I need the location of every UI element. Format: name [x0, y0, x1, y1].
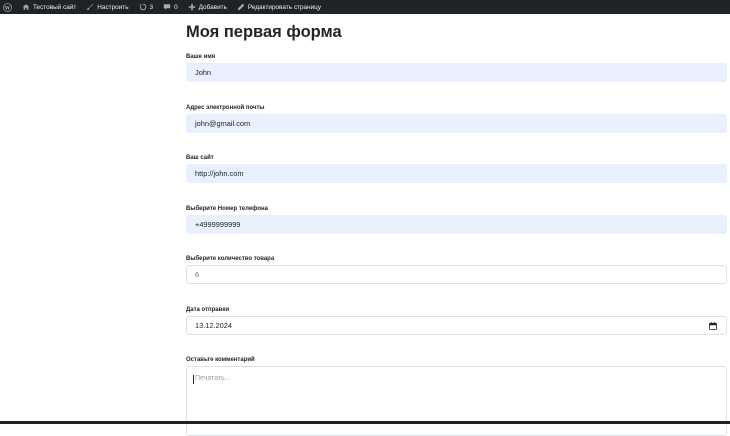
- plus-icon: [188, 3, 196, 11]
- updates-icon: [138, 3, 147, 11]
- comment-placeholder: Печатать...: [195, 375, 231, 382]
- comment-textarea[interactable]: Печатать...: [186, 366, 727, 436]
- site-name-label: Тестовый сайт: [33, 3, 77, 11]
- phone-input[interactable]: +4999999999: [186, 215, 727, 234]
- email-label: Адрес электронной почты: [186, 105, 265, 111]
- wordpress-logo-menu[interactable]: W: [0, 0, 17, 14]
- comments-count: 0: [174, 3, 178, 11]
- date-input-value: 13.12.2024: [195, 321, 232, 330]
- phone-input-value: +4999999999: [195, 220, 241, 229]
- text-caret: [193, 375, 194, 384]
- name-input-value: John: [195, 68, 212, 77]
- date-input[interactable]: 13.12.2024: [186, 316, 727, 335]
- wordpress-logo-icon: W: [3, 2, 12, 12]
- website-label: Ваш сайт: [186, 155, 214, 161]
- comment-icon: [163, 3, 171, 11]
- site-name-menu[interactable]: Тестовый сайт: [17, 0, 81, 14]
- brush-icon: [86, 3, 94, 11]
- name-label: Ваше имя: [186, 54, 216, 60]
- date-label: Дата отправки: [186, 307, 230, 313]
- customize-label: Настроить: [97, 3, 129, 11]
- add-new-label: Добавить: [198, 3, 227, 11]
- quantity-input[interactable]: 6: [186, 265, 727, 284]
- edit-page-link[interactable]: Редактировать страницу: [232, 0, 326, 14]
- quantity-input-value: 6: [195, 270, 200, 279]
- edit-page-label: Редактировать страницу: [247, 3, 322, 11]
- phone-label: Выберите Номер телефона: [186, 206, 268, 212]
- name-input[interactable]: John: [186, 63, 727, 82]
- comments-link[interactable]: 0: [158, 0, 183, 14]
- updates-count: 3: [149, 3, 154, 11]
- email-input-value: john@gmail.com: [195, 119, 251, 128]
- customize-link[interactable]: Настроить: [81, 0, 133, 14]
- home-icon: [22, 3, 30, 11]
- email-input[interactable]: john@gmail.com: [186, 114, 727, 133]
- calendar-icon[interactable]: [709, 322, 717, 332]
- admin-bar: W Тестовый сайт Настроить 3 0 Добавить Р…: [0, 0, 730, 14]
- quantity-label: Выберите количество товара: [186, 256, 275, 262]
- page-title: Моя первая форма: [186, 23, 342, 41]
- website-input[interactable]: http://john.com: [186, 164, 727, 183]
- add-new-menu[interactable]: Добавить: [183, 0, 232, 14]
- svg-text:W: W: [4, 5, 11, 11]
- pencil-icon: [237, 3, 245, 11]
- updates-link[interactable]: 3: [134, 0, 159, 14]
- comment-label: Оставьте комментарий: [186, 357, 255, 363]
- website-input-value: http://john.com: [195, 169, 244, 178]
